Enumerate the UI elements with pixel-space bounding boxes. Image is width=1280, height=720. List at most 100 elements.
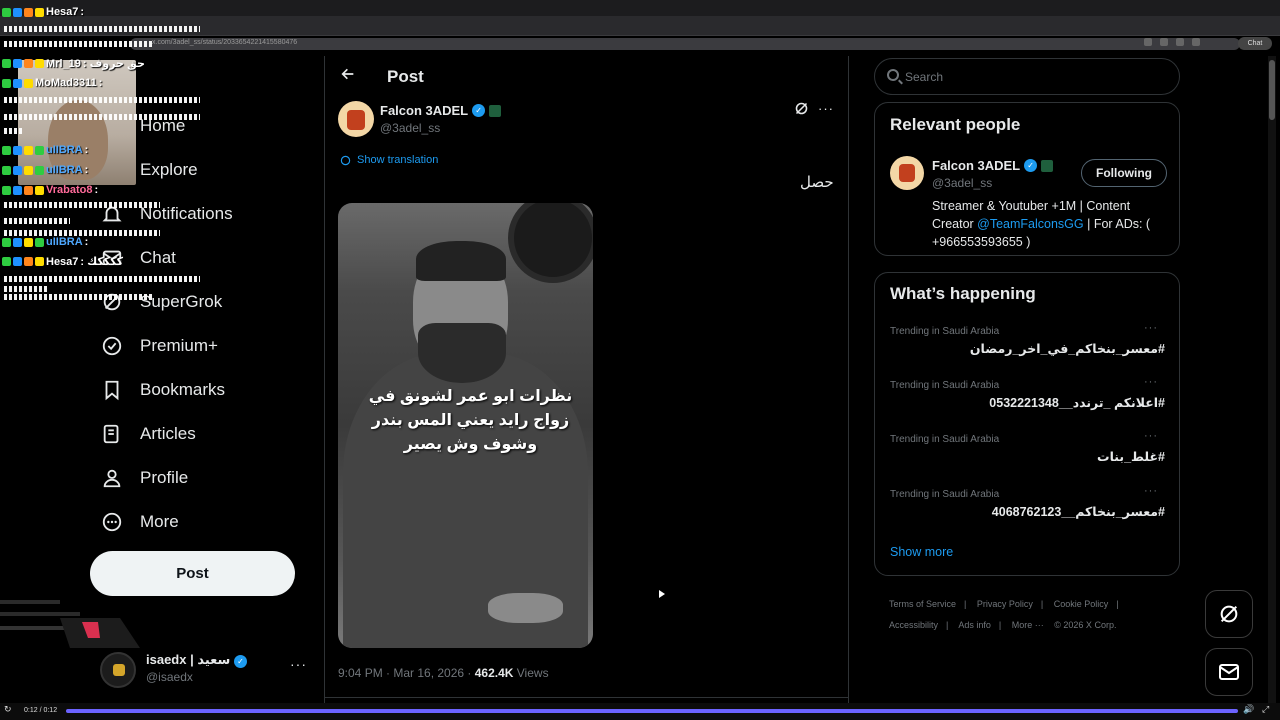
- trend-more-icon[interactable]: ···: [1144, 322, 1158, 334]
- trend-item[interactable]: Trending in Saudi Arabia ··· #معسر_بنخاك…: [890, 485, 1166, 519]
- account-handle: @isaedx: [146, 670, 193, 684]
- nav-label: Chat: [140, 248, 176, 267]
- nav-label: SuperGrok: [140, 292, 223, 311]
- nav-more[interactable]: More: [100, 510, 179, 534]
- chat-message: Hesa7: ككككك: [2, 255, 123, 268]
- media-caption: نظرات ابو عمر لشونق في زواج رايد يعني ال…: [368, 388, 573, 453]
- panel-title: What’s happening: [890, 284, 1036, 303]
- grok-icon: [1220, 605, 1238, 623]
- trend-more-icon[interactable]: ···: [1144, 485, 1158, 497]
- chat-message: Mrl_19: حق حروف: [2, 57, 145, 70]
- account-switcher[interactable]: isaedx | سعيد ✓ @isaedx ···: [100, 650, 310, 690]
- trend-item[interactable]: Trending in Saudi Arabia ··· #معسر_بنخاك…: [890, 322, 1166, 356]
- avatar: [100, 652, 136, 688]
- affiliate-badge-icon: [489, 104, 502, 117]
- relevant-person-handle[interactable]: @3adel_ss: [932, 176, 992, 190]
- translate-icon: [340, 155, 351, 165]
- video-progress-bar[interactable]: [66, 709, 1238, 713]
- footer-link[interactable]: Ads info: [958, 620, 991, 630]
- messages-floating-button[interactable]: [1205, 648, 1253, 696]
- following-button[interactable]: Following: [1081, 159, 1167, 187]
- nav-label: Explore: [140, 160, 198, 179]
- chat-message: uIIBRA:: [2, 236, 88, 248]
- footer-link[interactable]: Accessibility: [889, 620, 938, 630]
- mouse-cursor-icon: [659, 590, 665, 598]
- compose-post-button[interactable]: Post: [90, 551, 295, 596]
- volume-icon[interactable]: 🔊: [1243, 704, 1254, 715]
- divider: [324, 697, 848, 698]
- replay-icon[interactable]: ↻: [4, 704, 12, 715]
- relevant-person-bio: Streamer & Youtuber +1M | Content Creato…: [932, 199, 1151, 249]
- page-scrollbar[interactable]: [1268, 56, 1276, 706]
- verified-badge-icon: ✓: [472, 104, 486, 117]
- footer-links: Terms of Service | Privacy Policy | Cookie…: [889, 599, 1119, 630]
- search-input[interactable]: Search: [874, 58, 1180, 95]
- account-more-icon[interactable]: ···: [290, 656, 307, 672]
- scrollbar-thumb[interactable]: [1269, 60, 1275, 120]
- post-timestamp: 9:04 PM · Mar 16, 2026 · 462.4K Views: [338, 666, 549, 680]
- extension-icon[interactable]: [1160, 38, 1168, 46]
- stream-overlay-graphic: [0, 600, 140, 648]
- trend-more-icon[interactable]: ···: [1144, 430, 1158, 442]
- bookmark-star-icon[interactable]: [1176, 38, 1184, 46]
- column-divider: [324, 56, 325, 706]
- nav-bookmarks[interactable]: Bookmarks: [100, 378, 225, 402]
- grok-icon[interactable]: [794, 101, 809, 120]
- post-media-image[interactable]: نظرات ابو عمر لشونق في زواج رايد يعني ال…: [338, 203, 593, 648]
- nav-label: Bookmarks: [140, 380, 226, 399]
- chat-message: uIIBRA:: [2, 144, 88, 156]
- show-translation-link[interactable]: Show translation: [340, 154, 438, 166]
- column-divider: [848, 56, 849, 706]
- whats-happening-panel: What’s happening Trending in Saudi Arabi…: [874, 272, 1180, 576]
- nav-label: More: [140, 512, 179, 531]
- address-bar-url: x.com/3adel_ss/status/203365422141558047…: [152, 39, 298, 46]
- footer-link[interactable]: More ···: [1012, 620, 1044, 630]
- window-titlebar: [0, 0, 1280, 16]
- nav-profile[interactable]: Profile: [100, 466, 188, 490]
- author-avatar[interactable]: [338, 101, 374, 137]
- bookmark-icon: [100, 378, 124, 402]
- page-title: Post: [387, 67, 424, 86]
- relevant-people-panel: Relevant people Falcon 3ADEL ✓ @3adel_ss…: [874, 102, 1180, 256]
- premium-icon: [100, 334, 124, 358]
- nav-premium[interactable]: Premium+: [100, 334, 218, 358]
- browser-toolbar-icons: [1144, 38, 1200, 46]
- downloads-icon[interactable]: [1192, 38, 1200, 46]
- verified-badge-icon: ✓: [233, 655, 247, 668]
- footer-link[interactable]: Privacy Policy: [977, 599, 1033, 609]
- nav-articles[interactable]: Articles: [100, 422, 196, 446]
- panel-title: Relevant people: [890, 115, 1021, 134]
- extension-icon[interactable]: [1144, 38, 1152, 46]
- nav-label: Profile: [140, 468, 189, 487]
- footer-link[interactable]: Terms of Service: [889, 599, 956, 609]
- author-name[interactable]: Falcon 3ADEL ✓: [380, 103, 502, 118]
- chat-message: uIIBRA:: [2, 164, 88, 176]
- chat-message: Hesa7:: [2, 6, 84, 18]
- trend-item[interactable]: Trending in Saudi Arabia ··· #غلط_بنات: [890, 430, 1166, 464]
- search-placeholder: Search: [905, 70, 944, 84]
- trend-item[interactable]: Trending in Saudi Arabia ··· #اعلانكم _ت…: [890, 376, 1166, 410]
- mention-link[interactable]: @TeamFalconsGG: [977, 217, 1083, 231]
- nav-label: Articles: [140, 424, 196, 443]
- more-circle-icon: [100, 510, 124, 534]
- video-time: 0:12 / 0:12: [24, 707, 58, 714]
- profile-icon: [100, 466, 124, 490]
- copyright: © 2026 X Corp.: [1054, 620, 1117, 630]
- relevant-person-name[interactable]: Falcon 3ADEL ✓: [932, 158, 1054, 173]
- trend-more-icon[interactable]: ···: [1144, 376, 1158, 388]
- search-icon: [887, 69, 899, 81]
- browser-profile-button[interactable]: Chat: [1238, 37, 1272, 50]
- author-handle[interactable]: @3adel_ss: [380, 121, 440, 135]
- grok-floating-button[interactable]: [1205, 590, 1253, 638]
- affiliate-badge-icon: [1041, 159, 1054, 172]
- verified-badge-icon: ✓: [1024, 159, 1038, 172]
- chat-message: MoMad3311:: [2, 77, 102, 89]
- post-text: حصل: [800, 174, 834, 191]
- post-more-icon[interactable]: ···: [818, 101, 834, 116]
- nav-label: Premium+: [140, 336, 218, 355]
- avatar[interactable]: [890, 156, 924, 190]
- footer-link[interactable]: Cookie Policy: [1054, 599, 1109, 609]
- fullscreen-icon[interactable]: ⤢: [1262, 704, 1269, 715]
- show-more-link[interactable]: Show more: [890, 545, 953, 559]
- back-arrow-icon[interactable]: [340, 66, 356, 87]
